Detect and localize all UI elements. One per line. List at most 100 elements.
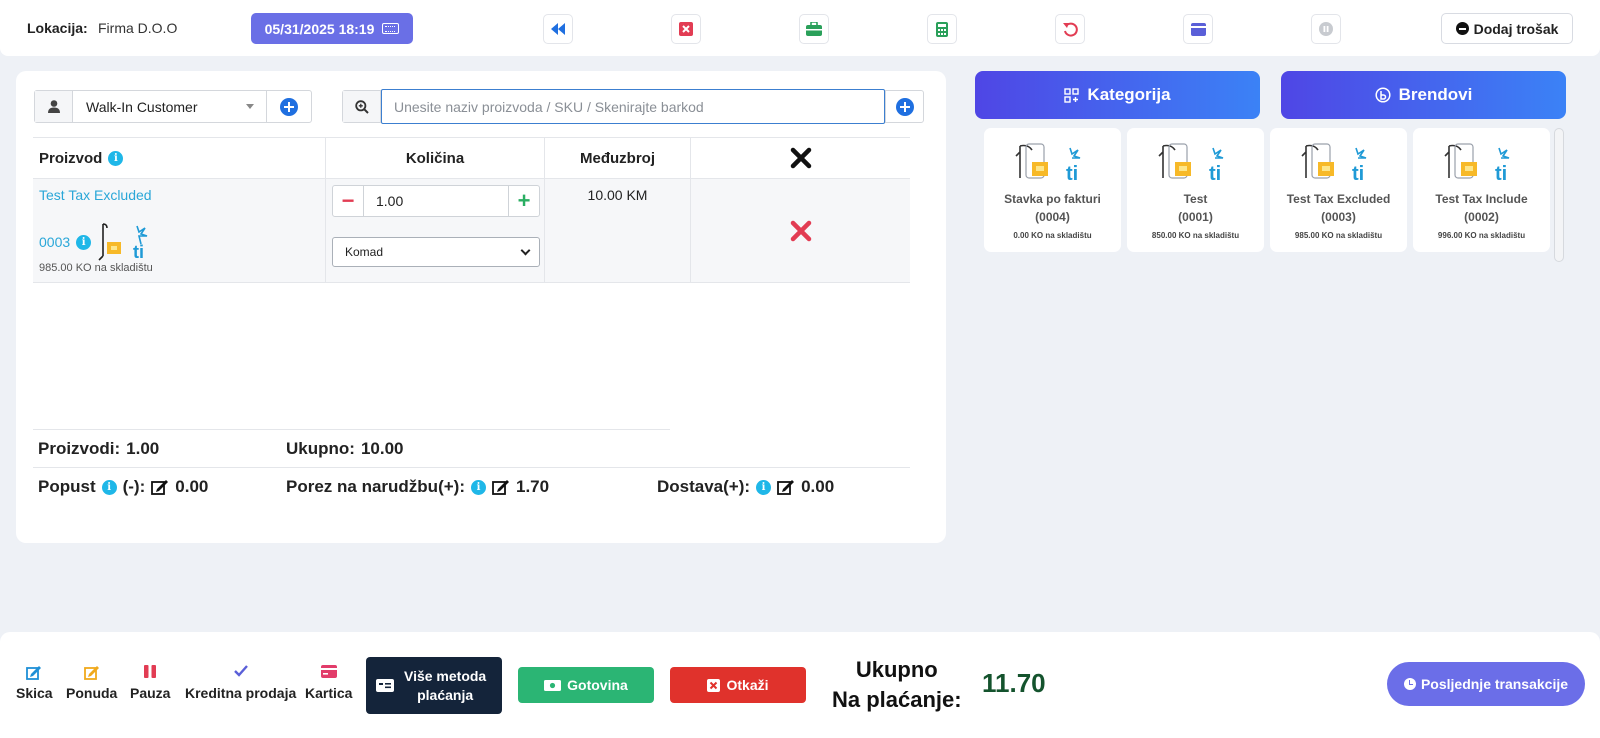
- quantity-input[interactable]: 1.00: [364, 186, 508, 216]
- svg-text:ti: ti: [1495, 163, 1507, 182]
- increase-quantity-button[interactable]: +: [508, 186, 539, 216]
- credit-sale-label: Kreditna prodaja: [185, 685, 297, 701]
- draft-button[interactable]: Skica: [16, 665, 53, 701]
- search-input[interactable]: [381, 89, 885, 124]
- card-button[interactable]: Kartica: [305, 665, 352, 701]
- refund-button[interactable]: [1055, 14, 1085, 44]
- pause-icon: [144, 665, 157, 678]
- unit-value: Komad: [345, 245, 384, 259]
- recent-transactions-button[interactable]: Posljednje transakcije: [1387, 662, 1585, 706]
- rewind-icon: [551, 23, 565, 35]
- money-icon: [544, 679, 562, 691]
- product-cell: Test Tax Excluded 0003 i ti 985.00 KO na…: [33, 179, 326, 282]
- order-tax-label: Porez na narudžbu(+):: [286, 477, 465, 496]
- info-icon[interactable]: i: [108, 150, 124, 166]
- cart-total-value: 10.00: [360, 439, 404, 458]
- product-card[interactable]: ti Stavka po fakturi (0004) 0.00 KO na sk…: [984, 128, 1121, 252]
- product-image-icon: ti: [1301, 143, 1367, 182]
- location-value: Firma D.O.O: [98, 20, 178, 36]
- product-card-stock: 985.00 KO na skladištu: [1294, 231, 1383, 240]
- edit-icon: [26, 666, 42, 680]
- decrease-quantity-button[interactable]: −: [333, 186, 364, 216]
- close-register-button[interactable]: [671, 14, 701, 44]
- payable-total-label: Ukupno Na plaćanje:: [832, 657, 962, 712]
- card-label: Kartica: [305, 685, 353, 701]
- product-card-name: Test Tax Excluded (0003): [1286, 192, 1391, 224]
- plus-circle-icon: [895, 97, 914, 116]
- clear-cart-button[interactable]: [691, 138, 910, 178]
- category-icon: [1064, 87, 1080, 103]
- product-card-name: Test Tax Include (0002): [1435, 192, 1528, 224]
- product-name-link[interactable]: Test Tax Excluded: [39, 187, 152, 203]
- products-count-label: Proizvodi:: [38, 439, 121, 458]
- order-tax: Porez na narudžbu(+): i 1.70: [286, 477, 549, 497]
- shipping-value: 0.00: [801, 477, 835, 496]
- product-sku-link[interactable]: 0003: [39, 234, 70, 250]
- add-product-button[interactable]: [885, 91, 923, 122]
- discount-sign: (-):: [122, 477, 146, 496]
- svg-text:ti: ti: [1209, 163, 1221, 182]
- close-icon: [790, 147, 811, 169]
- brands-label: Brendovi: [1398, 85, 1473, 104]
- payment-card-icon: [376, 679, 394, 692]
- customer-select[interactable]: Walk-In Customer: [73, 91, 267, 122]
- quantity-stepper: − 1.00 +: [332, 185, 540, 217]
- pause-button[interactable]: Pauza: [130, 665, 170, 701]
- discount: Popust i (-): 0.00: [38, 477, 208, 497]
- cart-total-label: Ukupno:: [286, 439, 355, 458]
- product-stock: 985.00 KO na skladištu: [39, 262, 153, 274]
- edit-shipping-icon[interactable]: [777, 479, 795, 495]
- datetime-button[interactable]: 05/31/2025 18:19: [251, 13, 413, 44]
- cart-panel: Walk-In Customer Proizvod i Količina Međ…: [16, 71, 946, 543]
- cart-total: Ukupno: 10.00: [286, 439, 403, 459]
- calculator-button[interactable]: [927, 14, 957, 44]
- info-icon[interactable]: i: [470, 479, 486, 495]
- product-grid-scrollbar[interactable]: [1554, 128, 1564, 262]
- briefcase-icon: [806, 22, 822, 36]
- multiple-payment-label: Više metoda plaćanja: [404, 667, 487, 703]
- quote-button[interactable]: Ponuda: [66, 665, 117, 701]
- product-image-icon: ti: [1158, 143, 1224, 182]
- discount-label: Popust: [38, 477, 96, 496]
- caret-down-icon: [246, 104, 254, 109]
- location-label: Lokacija:: [27, 20, 88, 36]
- undo-icon: [1062, 22, 1078, 37]
- header-subtotal: Međuzbroj: [545, 138, 691, 178]
- customer-value: Walk-In Customer: [86, 98, 198, 115]
- datetime-value: 05/31/2025 18:19: [264, 20, 375, 37]
- cancel-button[interactable]: Otkaži: [670, 667, 806, 703]
- edit-discount-icon[interactable]: [151, 479, 169, 495]
- product-card[interactable]: ti Test Tax Excluded (0003) 985.00 KO na …: [1270, 128, 1407, 252]
- category-button[interactable]: Kategorija: [975, 71, 1260, 119]
- edit-tax-icon[interactable]: [492, 479, 510, 495]
- products-count-value: 1.00: [126, 439, 160, 458]
- cash-button[interactable]: Gotovina: [518, 667, 654, 703]
- svg-text:ti: ti: [1352, 163, 1364, 182]
- payment-button[interactable]: [1183, 14, 1213, 44]
- unit-select[interactable]: Komad: [332, 237, 540, 267]
- product-image-icon: ti: [1444, 143, 1510, 182]
- product-card[interactable]: ti Test (0001) 850.00 KO na skladištu: [1127, 128, 1264, 252]
- svg-text:ti: ti: [1066, 163, 1078, 182]
- info-icon[interactable]: i: [101, 479, 117, 495]
- product-card[interactable]: ti Test Tax Include (0002) 996.00 KO na s…: [1413, 128, 1550, 252]
- hold-button[interactable]: [1311, 14, 1341, 44]
- rewind-button[interactable]: [543, 14, 573, 44]
- credit-sale-button[interactable]: Kreditna prodaja: [185, 665, 296, 701]
- add-expense-button[interactable]: Dodaj trošak: [1441, 13, 1573, 44]
- remove-item-button[interactable]: [691, 179, 910, 282]
- divider: [33, 429, 670, 430]
- product-sku: 0003 i ti: [39, 222, 151, 262]
- brands-button[interactable]: Brendovi: [1281, 71, 1566, 119]
- chevron-down-icon: [520, 245, 531, 255]
- product-image-icon: ti: [1015, 143, 1081, 182]
- info-icon[interactable]: i: [76, 234, 92, 250]
- category-label: Kategorija: [1087, 85, 1171, 104]
- info-icon[interactable]: i: [756, 479, 772, 495]
- cash-register-button[interactable]: [799, 14, 829, 44]
- edit-icon: [83, 666, 99, 680]
- order-tax-value: 1.70: [515, 477, 550, 496]
- pause-label: Pauza: [130, 685, 171, 701]
- multiple-payment-button[interactable]: Više metoda plaćanja: [366, 657, 502, 714]
- add-customer-button[interactable]: [267, 91, 311, 122]
